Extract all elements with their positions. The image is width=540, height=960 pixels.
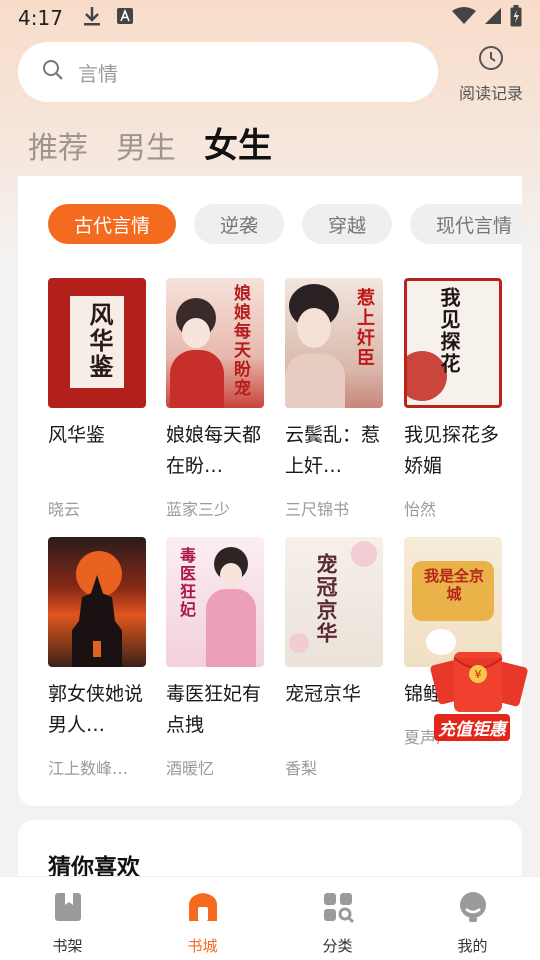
cover-title-text: 宠冠京华	[314, 553, 339, 645]
book-cover: 娘娘每天盼宠	[166, 278, 264, 408]
cover-title-text: 风华鉴	[85, 302, 114, 380]
battery-icon	[510, 5, 522, 31]
cover-figure-face	[297, 308, 331, 348]
cover-door	[93, 641, 101, 657]
category-modern-romance[interactable]: 现代言情	[410, 204, 522, 244]
book-author: 晓云	[48, 500, 81, 519]
reading-history-button[interactable]: 阅读记录	[454, 44, 528, 103]
search-input[interactable]: 言情	[18, 42, 438, 102]
book-cover: 宠冠京华	[285, 537, 383, 667]
category-comeback[interactable]: 逆袭	[194, 204, 285, 244]
book-cover: 惹上奸臣	[285, 278, 383, 408]
nav-category[interactable]: 分类	[270, 877, 405, 960]
download-icon	[83, 6, 101, 30]
search-row: 言情 阅读记录	[18, 42, 528, 103]
book-author: 怡然	[404, 500, 437, 519]
tab-male[interactable]: 男生	[116, 123, 176, 167]
red-envelope-icon: ¥	[430, 652, 528, 712]
search-icon	[42, 59, 64, 85]
book-title: 娘娘每天都在盼…	[166, 424, 262, 477]
signal-icon	[484, 7, 502, 29]
cover-title-text: 毒医狂妃	[177, 547, 196, 619]
book-title: 宠冠京华	[285, 683, 362, 705]
book-author: 酒暖忆	[166, 759, 215, 778]
nav-category-label: 分类	[322, 937, 353, 955]
book-author: 香梨	[285, 759, 318, 778]
cover-figure-dress	[285, 354, 345, 408]
clock-icon	[477, 44, 505, 76]
cover-title-text: 我见探花	[437, 287, 461, 375]
category-time-travel[interactable]: 穿越	[302, 204, 393, 244]
reading-history-label: 阅读记录	[458, 84, 523, 103]
book-cover: 风华鉴	[48, 278, 146, 408]
bottom-navigation: 书架 书城 分类 我的	[0, 876, 540, 960]
channel-tabs: 推荐 男生 女生	[28, 118, 272, 167]
book-item[interactable]: 惹上奸臣 云鬓乱：惹上奸… 三尺锦书	[285, 278, 385, 520]
notification-app-icon	[116, 8, 133, 28]
bookstore-icon	[187, 891, 219, 927]
nav-profile-label: 我的	[457, 937, 488, 955]
cover-figure-face	[182, 318, 210, 348]
category-filter-row: 古代言情 逆袭 穿越 现代言情	[48, 204, 522, 244]
book-item[interactable]: 郭女侠她说男人… 江上数峰…	[48, 537, 148, 779]
wifi-icon	[452, 7, 476, 29]
bookshelf-icon	[53, 891, 83, 927]
nav-bookshelf[interactable]: 书架	[0, 877, 135, 960]
cover-figure-face	[220, 563, 242, 587]
category-icon	[322, 891, 354, 927]
cover-title-text: 我是全京城	[423, 567, 484, 603]
book-cover: 毒医狂妃	[166, 537, 264, 667]
tab-female[interactable]: 女生	[204, 118, 272, 167]
nav-bookstore[interactable]: 书城	[135, 877, 270, 960]
cover-title-text: 惹上奸臣	[354, 288, 375, 368]
book-cover: 我见探花	[404, 278, 502, 408]
profile-icon	[457, 891, 489, 927]
book-title: 风华鉴	[48, 424, 106, 446]
status-bar: 4:17	[0, 0, 540, 36]
book-title: 毒医狂妃有点拽	[166, 683, 262, 736]
book-item[interactable]: 我见探花 我见探花多娇媚 怡然	[404, 278, 504, 520]
cover-figure-dress	[206, 589, 256, 667]
category-ancient-romance[interactable]: 古代言情	[48, 204, 177, 244]
status-time: 4:17	[18, 6, 63, 30]
book-title: 郭女侠她说男人…	[48, 683, 144, 736]
nav-bookshelf-label: 书架	[52, 937, 83, 955]
book-author: 蓝家三少	[166, 500, 231, 519]
book-item[interactable]: 宠冠京华 宠冠京华 香梨	[285, 537, 385, 779]
tab-recommend[interactable]: 推荐	[28, 123, 88, 167]
nav-bookstore-label: 书城	[187, 937, 218, 955]
book-item[interactable]: 娘娘每天盼宠 娘娘每天都在盼… 蓝家三少	[166, 278, 266, 520]
book-author: 三尺锦书	[285, 500, 350, 519]
cover-figure-dress	[170, 350, 224, 408]
book-title: 我见探花多娇媚	[404, 424, 500, 477]
cover-blossom	[351, 541, 377, 567]
nav-profile[interactable]: 我的	[405, 877, 540, 960]
svg-text:¥: ¥	[475, 668, 482, 681]
cover-blossom	[289, 633, 309, 653]
book-item[interactable]: 毒医狂妃 毒医狂妃有点拽 酒暖忆	[166, 537, 266, 779]
cover-title-text: 娘娘每天盼宠	[230, 284, 250, 398]
book-author: 江上数峰…	[48, 759, 129, 778]
search-placeholder: 言情	[78, 61, 118, 86]
book-title: 云鬓乱：惹上奸…	[285, 424, 381, 477]
book-item[interactable]: 风华鉴 风华鉴 晓云	[48, 278, 148, 520]
recharge-promo-label: 充值钜惠	[434, 714, 510, 741]
recharge-promo-badge[interactable]: ¥ 充值钜惠	[428, 648, 528, 742]
book-cover	[48, 537, 146, 667]
